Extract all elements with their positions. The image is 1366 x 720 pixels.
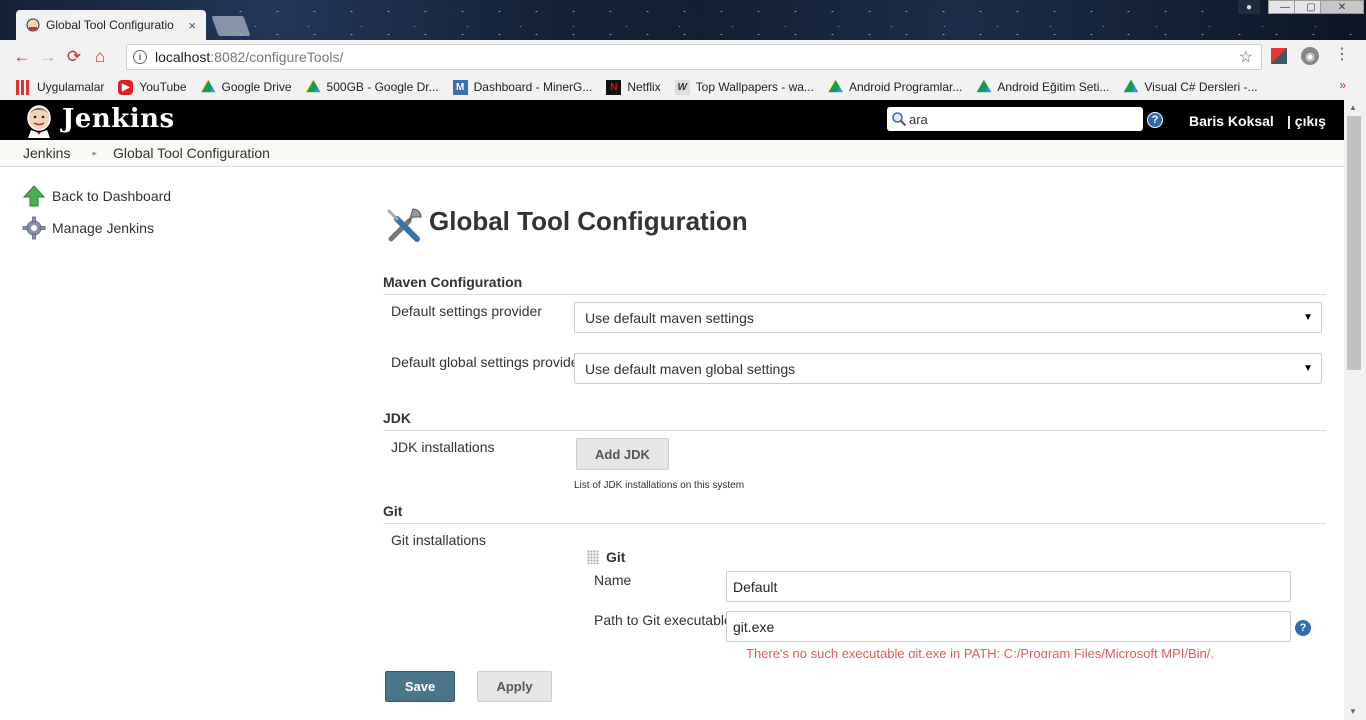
default-global-settings-provider-label: Default global settings provider: [391, 354, 584, 370]
scrollbar-thumb[interactable]: [1347, 116, 1361, 370]
git-installations-label: Git installations: [391, 532, 486, 548]
dropdown-arrow-icon: ▼: [1303, 312, 1313, 323]
input-value: git.exe: [733, 618, 775, 635]
google-drive-icon: [305, 79, 321, 93]
sidebar-item-back-to-dashboard[interactable]: Back to Dashboard: [22, 184, 171, 208]
git-path-input[interactable]: git.exe: [726, 611, 1291, 642]
default-settings-provider-select[interactable]: Use default maven settings ▼: [574, 302, 1322, 333]
sidebar-item-manage-jenkins[interactable]: Manage Jenkins: [22, 216, 154, 240]
jenkins-butler-logo-icon[interactable]: [22, 104, 56, 138]
google-drive-icon: [976, 79, 992, 93]
google-drive-icon: [827, 79, 843, 93]
netflix-icon: N: [606, 79, 622, 95]
save-button[interactable]: Save: [385, 671, 455, 702]
git-name-label: Name: [594, 572, 632, 588]
more-bookmarks-icon[interactable]: »: [1339, 78, 1346, 92]
bookmark-android-egitim[interactable]: Android Eğitim Seti...: [976, 79, 1109, 95]
git-path-error-message: There's no such executable git.exe in PA…: [746, 646, 1215, 658]
tab-close-icon[interactable]: ×: [188, 18, 196, 33]
bookmark-star-icon[interactable]: ☆: [1239, 47, 1253, 67]
input-value: Default: [733, 578, 778, 595]
wrench-screwdriver-icon: [387, 208, 422, 242]
jdk-installations-hint: List of JDK installations on this system: [574, 480, 745, 491]
section-maven-heading: Maven Configuration: [383, 274, 523, 290]
extension-avatar-icon[interactable]: ◉: [1301, 47, 1319, 65]
page-title: Global Tool Configuration: [429, 206, 748, 236]
profile-icon[interactable]: ●: [1238, 0, 1260, 14]
close-window-icon[interactable]: ✕: [1320, 0, 1364, 14]
browser-tab[interactable]: Global Tool Configuratio ×: [16, 10, 206, 40]
scroll-up-arrow-icon[interactable]: ▲: [1349, 103, 1357, 112]
scroll-down-arrow-icon[interactable]: ▼: [1349, 707, 1357, 716]
search-box[interactable]: [887, 107, 1143, 131]
bookmark-visual-csharp[interactable]: Visual C# Dersleri -...: [1123, 79, 1258, 95]
breadcrumb-global-tool-configuration[interactable]: Global Tool Configuration: [113, 145, 270, 161]
google-drive-icon: [200, 79, 216, 93]
breadcrumb-separator-icon: ▸: [92, 147, 97, 158]
user-link[interactable]: Baris Koksal: [1189, 113, 1274, 129]
search-input[interactable]: [909, 111, 1129, 127]
forward-arrow-icon[interactable]: →: [35, 44, 61, 70]
breadcrumb: Jenkins ▸ Global Tool Configuration: [0, 140, 1344, 167]
home-icon[interactable]: ⌂: [87, 44, 113, 70]
section-divider: [383, 430, 1326, 431]
bookmark-wallpapers[interactable]: W Top Wallpapers - wa...: [674, 79, 814, 95]
jdk-installations-label: JDK installations: [391, 439, 495, 455]
bookmarks-bar: Uygulamalar ▶ YouTube Google Drive 500GB …: [0, 74, 1366, 100]
select-value: Use default maven global settings: [585, 360, 796, 377]
back-arrow-icon[interactable]: ←: [9, 44, 35, 70]
breadcrumb-jenkins[interactable]: Jenkins: [23, 145, 70, 161]
new-tab-button[interactable]: [211, 16, 251, 36]
address-bar[interactable]: i localhost:8082/configureTools/ ☆: [126, 44, 1262, 70]
gear-icon: [22, 216, 46, 240]
section-git-heading: Git: [383, 503, 403, 519]
sidebar-item-label: Manage Jenkins: [52, 220, 154, 236]
dropdown-arrow-icon: ▼: [1303, 363, 1313, 374]
bookmark-netflix[interactable]: N Netflix: [606, 79, 661, 95]
tab-title: Global Tool Configuratio: [46, 18, 174, 32]
jenkins-favicon-icon: [26, 18, 40, 32]
wallpapers-icon: W: [674, 79, 690, 95]
select-value: Use default maven settings: [585, 309, 754, 326]
url-host: localhost: [155, 49, 211, 65]
jenkins-logo-text[interactable]: Jenkins: [62, 104, 175, 134]
search-help-icon[interactable]: ?: [1147, 112, 1163, 128]
bookmark-google-drive[interactable]: Google Drive: [200, 79, 292, 95]
up-arrow-icon: [22, 185, 46, 207]
git-path-help-icon[interactable]: ?: [1295, 620, 1311, 636]
bookmark-apps[interactable]: Uygulamalar: [16, 79, 104, 95]
url-path: :8082/configureTools/: [210, 49, 344, 65]
logout-link[interactable]: | çıkış: [1287, 113, 1326, 129]
site-info-icon[interactable]: i: [133, 50, 147, 64]
add-jdk-button[interactable]: Add JDK: [576, 438, 669, 470]
apply-button[interactable]: Apply: [477, 671, 552, 702]
youtube-icon: ▶: [118, 79, 134, 95]
git-name-input[interactable]: Default: [726, 571, 1291, 602]
minergate-icon: M: [452, 79, 468, 95]
bookmark-youtube[interactable]: ▶ YouTube: [118, 79, 187, 95]
git-path-label: Path to Git executable: [594, 612, 732, 628]
bookmark-500gb[interactable]: 500GB - Google Dr...: [305, 79, 439, 95]
reload-icon[interactable]: ⟳: [61, 44, 87, 70]
browser-menu-icon[interactable]: ⋮: [1334, 44, 1350, 64]
section-divider: [383, 523, 1326, 524]
bookmark-android-programlar[interactable]: Android Programlar...: [827, 79, 962, 95]
sidebar-item-label: Back to Dashboard: [52, 188, 172, 204]
apps-grid-icon: [16, 79, 31, 95]
bookmark-minergate[interactable]: M Dashboard - MinerG...: [452, 79, 592, 95]
search-icon: [892, 112, 907, 127]
drag-handle-icon[interactable]: [587, 550, 599, 564]
default-global-settings-provider-select[interactable]: Use default maven global settings ▼: [574, 353, 1322, 384]
default-settings-provider-label: Default settings provider: [391, 303, 542, 319]
section-jdk-heading: JDK: [383, 410, 412, 426]
extension-icon[interactable]: [1271, 48, 1287, 64]
google-drive-icon: [1123, 79, 1139, 93]
section-divider: [383, 294, 1326, 295]
git-installation-title: Git: [606, 549, 626, 565]
